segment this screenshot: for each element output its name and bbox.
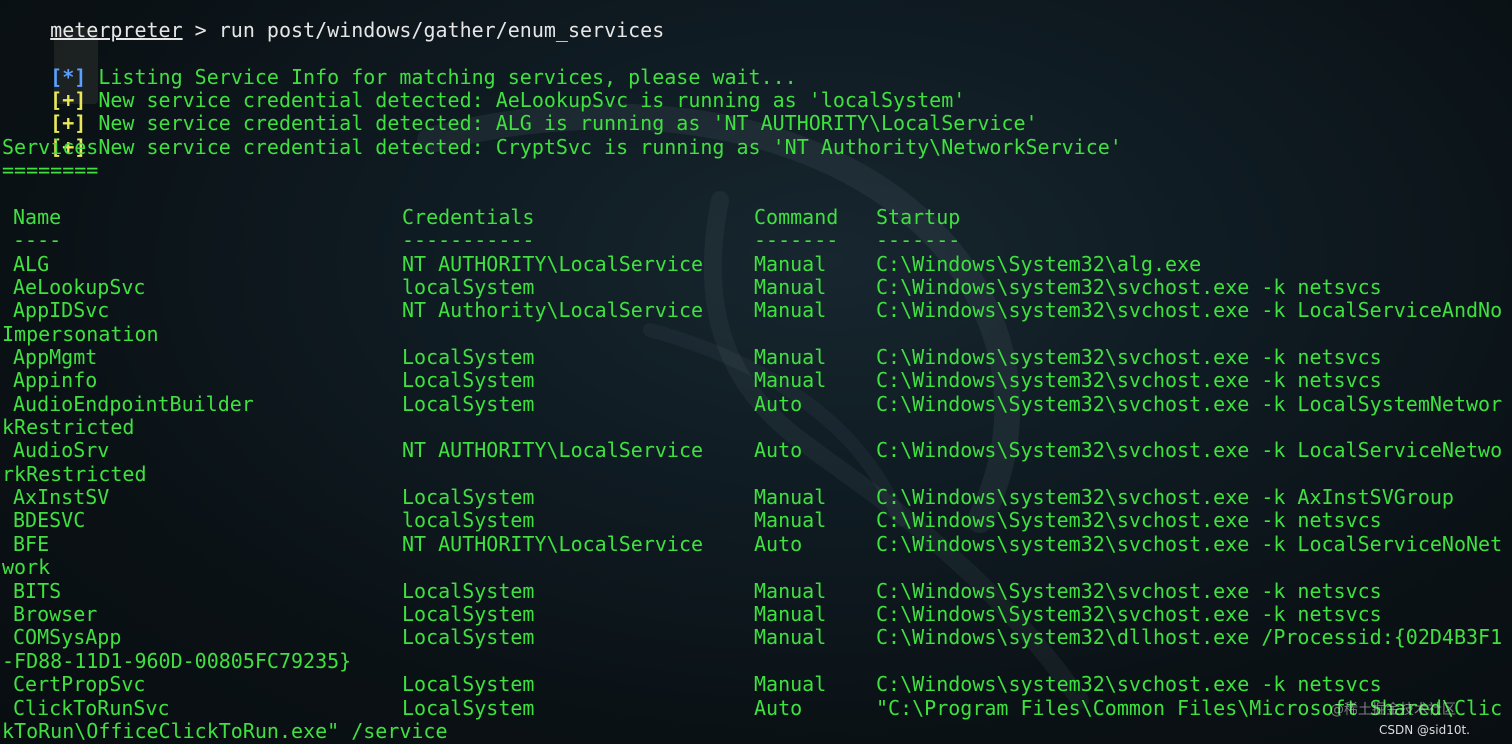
command-text: run post/windows/gather/enum_services: [218, 18, 665, 42]
row-startup: C:\Windows\System32\svchost.exe -k netsv…: [876, 508, 1382, 532]
row-name: AxInstSV: [13, 485, 110, 509]
row-credentials: LocalSystem: [402, 485, 535, 509]
row-startup-wrap: -FD88-11D1-960D-00805FC79235}: [2, 649, 352, 673]
row-startup: C:\Windows\system32\svchost.exe -k Local…: [876, 532, 1503, 556]
row-startup: C:\Windows\System32\svchost.exe -k netsv…: [876, 579, 1382, 603]
message-line: [+] New service credential detected: AeL…: [2, 66, 965, 112]
juejin-watermark: @稀土掘金技术社区: [1330, 702, 1456, 718]
row-name: AudioEndpointBuilder: [13, 392, 254, 416]
message-line: [*] Listing Service Info for matching se…: [2, 43, 797, 89]
section-title: Services: [2, 135, 99, 159]
row-credentials: localSystem: [402, 508, 535, 532]
row-name: AeLookupSvc: [13, 275, 146, 299]
row-startup: C:\Windows\System32\svchost.exe -k Local…: [876, 438, 1503, 462]
row-startup: C:\Windows\system32\svchost.exe -k netsv…: [876, 345, 1382, 369]
row-startup-wrap: kRestricted: [2, 415, 135, 439]
terminal-window[interactable]: meterpreter > run post/windows/gather/en…: [0, 0, 1512, 744]
row-command: Manual: [754, 345, 827, 369]
row-startup: C:\Windows\system32\dllhost.exe /Process…: [876, 625, 1503, 649]
row-name: BITS: [13, 579, 62, 603]
row-name: AppMgmt: [13, 345, 98, 369]
row-credentials: LocalSystem: [402, 579, 535, 603]
row-startup: C:\Windows\system32\svchost.exe -k netsv…: [876, 275, 1382, 299]
message-text: New service credential detected: CryptSv…: [86, 135, 1122, 159]
row-command: Manual: [754, 298, 827, 322]
row-credentials: LocalSystem: [402, 392, 535, 416]
row-startup: C:\Windows\system32\svchost.exe -k netsv…: [876, 368, 1382, 392]
row-name: Browser: [13, 602, 98, 626]
separator-name: ----: [13, 228, 62, 252]
row-credentials: NT AUTHORITY\LocalService: [402, 438, 704, 462]
row-command: Manual: [754, 368, 827, 392]
row-startup: C:\Windows\System32\alg.exe: [876, 252, 1202, 276]
row-name: Appinfo: [13, 368, 98, 392]
row-startup-wrap: kToRun\OfficeClickToRun.exe" /service: [2, 719, 448, 743]
row-credentials: LocalSystem: [402, 625, 535, 649]
message-line: [+] New service credential detected: Cry…: [2, 113, 1122, 159]
row-command: Manual: [754, 602, 827, 626]
row-command: Manual: [754, 672, 827, 696]
row-startup: C:\Windows\System32\svchost.exe -k netsv…: [876, 602, 1382, 626]
row-credentials: NT AUTHORITY\LocalService: [402, 532, 704, 556]
separator-credentials: -----------: [402, 228, 535, 252]
row-command: Auto: [754, 532, 803, 556]
row-credentials: LocalSystem: [402, 602, 535, 626]
prompt-separator: >: [182, 18, 219, 42]
row-startup-wrap: Impersonation: [2, 322, 159, 346]
row-command: Auto: [754, 392, 803, 416]
row-name: COMSysApp: [13, 625, 122, 649]
row-startup: C:\Windows\system32\svchost.exe -k netsv…: [876, 672, 1382, 696]
row-command: Manual: [754, 485, 827, 509]
row-command: Manual: [754, 252, 827, 276]
row-credentials: LocalSystem: [402, 368, 535, 392]
section-underline: ========: [2, 158, 99, 182]
row-credentials: LocalSystem: [402, 345, 535, 369]
row-startup-wrap: rkRestricted: [2, 462, 147, 486]
prompt-user: meterpreter: [50, 18, 183, 42]
row-name: AudioSrv: [13, 438, 110, 462]
csdn-watermark: CSDN @sid10t.: [1378, 723, 1470, 737]
row-credentials: LocalSystem: [402, 696, 535, 720]
message-line: [+] New service credential detected: ALG…: [2, 89, 1037, 135]
row-startup: C:\Windows\system32\svchost.exe -k Local…: [876, 298, 1503, 322]
row-startup: C:\Windows\System32\svchost.exe -k Local…: [876, 392, 1503, 416]
row-startup: C:\Windows\system32\svchost.exe -k AxIns…: [876, 485, 1454, 509]
row-command: Auto: [754, 438, 803, 462]
row-credentials: NT Authority\LocalService: [402, 298, 704, 322]
row-name: CertPropSvc: [13, 672, 146, 696]
row-command: Auto: [754, 696, 803, 720]
row-command: Manual: [754, 275, 827, 299]
prompt-line: meterpreter > run post/windows/gather/en…: [2, 0, 664, 42]
row-command: Manual: [754, 508, 827, 532]
row-name: ClickToRunSvc: [13, 696, 170, 720]
row-command: Manual: [754, 579, 827, 603]
header-command: Command: [754, 205, 839, 229]
row-credentials: LocalSystem: [402, 672, 535, 696]
row-name: ALG: [13, 252, 50, 276]
header-startup: Startup: [876, 205, 961, 229]
row-credentials: NT AUTHORITY\LocalService: [402, 252, 704, 276]
row-command: Manual: [754, 625, 827, 649]
row-startup-wrap: work: [2, 555, 51, 579]
header-name: Name: [13, 205, 62, 229]
row-name: AppIDSvc: [13, 298, 110, 322]
header-credentials: Credentials: [402, 205, 535, 229]
row-credentials: localSystem: [402, 275, 535, 299]
separator-startup: -------: [876, 228, 961, 252]
row-name: BDESVC: [13, 508, 86, 532]
separator-command: -------: [754, 228, 839, 252]
row-name: BFE: [13, 532, 50, 556]
